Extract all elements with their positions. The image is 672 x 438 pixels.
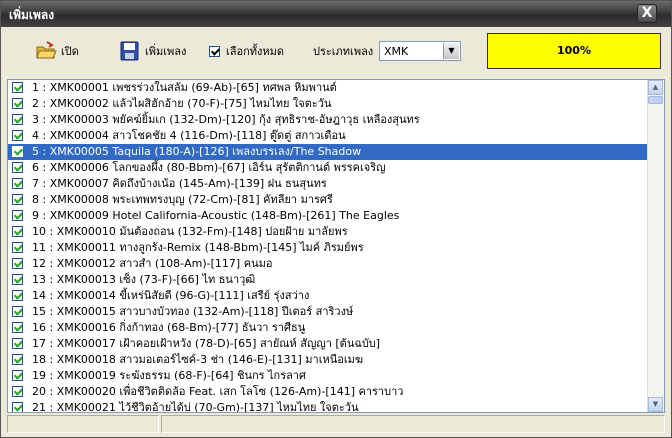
song-checkbox[interactable] [12,114,23,125]
floppy-disk-icon [119,41,141,61]
status-cell-2 [161,415,665,433]
song-label: 18 : XMK00018 สาวมอเตอร์ไซค์-3 ช่า (146-… [32,353,364,366]
song-checkbox[interactable] [12,258,23,269]
select-all-label: เลือกทั้งหมด [226,45,285,58]
song-checkbox[interactable] [12,370,23,381]
song-checkbox[interactable] [12,402,23,412]
list-item[interactable]: 16 : XMK00016 กิ่งก้าทอง (68-Bm)-[77] ธั… [8,320,650,336]
song-checkbox[interactable] [12,290,23,301]
add-songs-label: เพิ่มเพลง [145,45,187,58]
song-label: 2 : XMK00002 แล้วไผสิฮักอ้าย (70-F)-[75]… [32,97,332,110]
song-label: 11 : XMK00011 ทางลูกรัง-Remix (148-Bbm)-… [32,241,364,254]
song-checkbox[interactable] [12,354,23,365]
song-label: 8 : XMK00008 พระเทพทรงบุญ (72-Cm)-[81] ค… [32,193,333,206]
vertical-scrollbar[interactable]: ▲ ▼ [647,80,664,412]
song-type-value: XMK [384,45,409,58]
list-item[interactable]: 13 : XMK00013 เซ็ง (73-F)-[66] ไท ธนาวุฒ… [8,272,650,288]
song-label: 19 : XMK00019 ระฆังธรรม (68-F)-[64] ชินก… [32,369,307,382]
scroll-up-icon[interactable]: ▲ [648,80,663,95]
song-list-rows: 1 : XMK00001 เพชรร่วงในสลัม (69-Ab)-[65]… [8,80,650,413]
song-checkbox[interactable] [12,130,23,141]
song-label: 4 : XMK00004 สาวโชคชัย 4 (116-Dm)-[118] … [32,129,346,142]
song-checkbox[interactable] [12,162,23,173]
song-label: 10 : XMK00010 มันต้องถอน (132-Fm)-[148] … [32,225,348,238]
song-checkbox[interactable] [12,242,23,253]
list-item[interactable]: 10 : XMK00010 มันต้องถอน (132-Fm)-[148] … [8,224,650,240]
song-checkbox[interactable] [12,146,23,157]
song-label: 7 : XMK00007 คิดถึงบ้างเน้อ (145-Am)-[13… [32,177,327,190]
song-label: 15 : XMK00015 สาวบางบัวทอง (132-Am)-[118… [32,305,354,318]
song-checkbox[interactable] [12,338,23,349]
song-checkbox[interactable] [12,274,23,285]
list-item[interactable]: 6 : XMK00006 โลกของผึ้ง (80-Bbm)-[67] เอ… [8,160,650,176]
list-item[interactable]: 5 : XMK00005 Taquila (180-A)-[126] เพลงบ… [8,144,650,160]
song-checkbox[interactable] [12,386,23,397]
song-checkbox[interactable] [12,194,23,205]
close-button[interactable]: X [637,4,657,23]
song-label: 14 : XMK00014 ขี้เหร่นิสัยดี (96-G)-[111… [32,289,310,302]
song-label: 13 : XMK00013 เซ็ง (73-F)-[66] ไท ธนาวุฒ… [32,273,256,286]
song-checkbox[interactable] [12,322,23,333]
list-item[interactable]: 19 : XMK00019 ระฆังธรรม (68-F)-[64] ชินก… [8,368,650,384]
song-label: 6 : XMK00006 โลกของผึ้ง (80-Bbm)-[67] เอ… [32,161,386,174]
list-item[interactable]: 17 : XMK00017 เฝ้าคอยเฝ้าหวัง (78-D)-[65… [8,336,650,352]
song-checkbox[interactable] [12,82,23,93]
status-bar [7,415,665,435]
song-checkbox[interactable] [12,98,23,109]
scroll-thumb[interactable] [648,96,663,104]
scroll-down-icon[interactable]: ▼ [648,397,663,412]
add-songs-window: เพิ่มเพลง X เปิด เพิ่มเพลง เลือกทั้งหมด … [0,0,672,438]
window-title: เพิ่มเพลง [9,8,55,22]
list-item[interactable]: 9 : XMK00009 Hotel California-Acoustic (… [8,208,650,224]
song-checkbox[interactable] [12,210,23,221]
select-all-checkbox[interactable]: เลือกทั้งหมด [209,41,284,61]
list-item[interactable]: 20 : XMK00020 เพื่อชีวิตติดล้อ Feat. เสก… [8,384,650,400]
song-label: 1 : XMK00001 เพชรร่วงในสลัม (69-Ab)-[65]… [32,81,337,94]
song-checkbox[interactable] [12,226,23,237]
song-checkbox[interactable] [12,178,23,189]
song-label: 3 : XMK00003 พยัคฆ์ยิ้มเก (132-Dm)-[120]… [32,113,420,126]
list-item[interactable]: 14 : XMK00014 ขี้เหร่นิสัยดี (96-G)-[111… [8,288,650,304]
song-label: 17 : XMK00017 เฝ้าคอยเฝ้าหวัง (78-D)-[65… [32,337,381,350]
title-bar[interactable]: เพิ่มเพลง X [1,1,671,27]
song-label: 12 : XMK00012 สาวสำ (108-Am)-[117] คนมอ [32,257,273,270]
song-type-label: ประเภทเพลง [313,45,374,58]
song-label: 9 : XMK00009 Hotel California-Acoustic (… [32,209,400,222]
list-item[interactable]: 2 : XMK00002 แล้วไผสิฮักอ้าย (70-F)-[75]… [8,96,650,112]
add-songs-button[interactable]: เพิ่มเพลง [119,41,186,61]
list-item[interactable]: 21 : XMK00021 ไว้ชีวิตอ้ายได้บ่ (70-Gm)-… [8,400,650,413]
song-label: 16 : XMK00016 กิ่งก้าทอง (68-Bm)-[77] ธั… [32,321,306,334]
list-item[interactable]: 15 : XMK00015 สาวบางบัวทอง (132-Am)-[118… [8,304,650,320]
song-label: 21 : XMK00021 ไว้ชีวิตอ้ายได้บ่ (70-Gm)-… [32,401,359,413]
open-button[interactable]: เปิด [35,41,79,61]
list-item[interactable]: 1 : XMK00001 เพชรร่วงในสลัม (69-Ab)-[65]… [8,80,650,96]
select-all-check-icon [209,45,220,57]
progress-indicator: 100% [487,33,661,69]
list-item[interactable]: 12 : XMK00012 สาวสำ (108-Am)-[117] คนมอ [8,256,650,272]
list-item[interactable]: 3 : XMK00003 พยัคฆ์ยิ้มเก (132-Dm)-[120]… [8,112,650,128]
chevron-down-icon[interactable]: ▼ [443,43,459,59]
status-cell-1 [7,415,159,433]
folder-open-icon [35,41,57,61]
list-item[interactable]: 11 : XMK00011 ทางลูกรัง-Remix (148-Bbm)-… [8,240,650,256]
list-item[interactable]: 7 : XMK00007 คิดถึงบ้างเน้อ (145-Am)-[13… [8,176,650,192]
song-list[interactable]: 1 : XMK00001 เพชรร่วงในสลัม (69-Ab)-[65]… [7,79,665,413]
song-label: 5 : XMK00005 Taquila (180-A)-[126] เพลงบ… [32,145,362,158]
song-checkbox[interactable] [12,306,23,317]
list-item[interactable]: 8 : XMK00008 พระเทพทรงบุญ (72-Cm)-[81] ค… [8,192,650,208]
open-label: เปิด [61,45,79,58]
song-label: 20 : XMK00020 เพื่อชีวิตติดล้อ Feat. เสก… [32,385,404,398]
song-type-select[interactable]: XMK ▼ [379,41,461,61]
song-type-label-wrap: ประเภทเพลง [313,41,373,61]
list-item[interactable]: 4 : XMK00004 สาวโชคชัย 4 (116-Dm)-[118] … [8,128,650,144]
list-item[interactable]: 18 : XMK00018 สาวมอเตอร์ไซค์-3 ช่า (146-… [8,352,650,368]
